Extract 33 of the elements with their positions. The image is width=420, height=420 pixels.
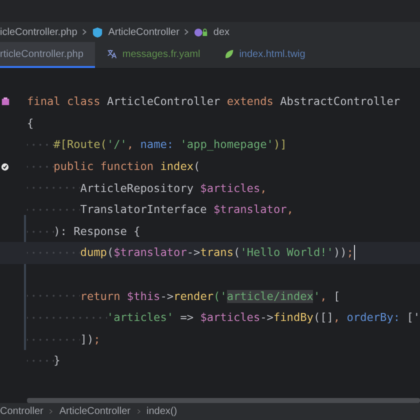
method-gutter-icon[interactable] [1, 162, 9, 171]
horizontal-scrollbar[interactable] [27, 398, 420, 403]
breadcrumb-item[interactable]: dex [213, 26, 230, 38]
code-line: ArticleRepository $articles, [80, 182, 267, 195]
leaf-icon [224, 49, 234, 59]
code-line: ): Response { [54, 224, 140, 238]
code-line: TranslatorInterface $translator, [80, 203, 294, 216]
chevron-icon [82, 28, 88, 36]
code-line: final class ArticleController extends AbstractController [27, 95, 400, 108]
code-line: { [27, 116, 34, 130]
class-icon [92, 26, 104, 38]
status-breadcrumb-item[interactable]: index() [146, 406, 178, 417]
chevron-icon [49, 408, 54, 415]
chevron-icon [136, 408, 140, 415]
file-tab[interactable]: messages.fr.yaml [95, 42, 212, 68]
status-breadcrumb-item[interactable]: Controller [0, 406, 44, 417]
method-icon [194, 26, 208, 38]
code-line: dump($translator->trans('Hello World!')); [80, 246, 354, 260]
code-line: 'articles' => $articles->findBy([], orderBy: [' [106, 311, 420, 324]
code-line: return $this->render('article/index', [ [80, 290, 340, 303]
code-line: #[Route('/', name: 'app_homepage')] [54, 138, 287, 152]
chevron-icon [184, 28, 190, 36]
breadcrumb-item[interactable]: icleController.php [0, 26, 78, 38]
breadcrumb-item[interactable]: ArticleController [108, 26, 180, 38]
code-line: public function index( [54, 160, 200, 174]
file-tab[interactable]: index.html.twig [212, 42, 318, 68]
text-caret [354, 245, 356, 260]
code-line: } [54, 354, 60, 368]
status-breadcrumb-item[interactable]: ArticleController [59, 406, 130, 417]
file-tab[interactable]: rticleController.php [0, 42, 96, 68]
code-line: ]); [80, 332, 100, 346]
class-gutter-icon[interactable] [1, 97, 10, 106]
translate-icon [107, 49, 118, 59]
